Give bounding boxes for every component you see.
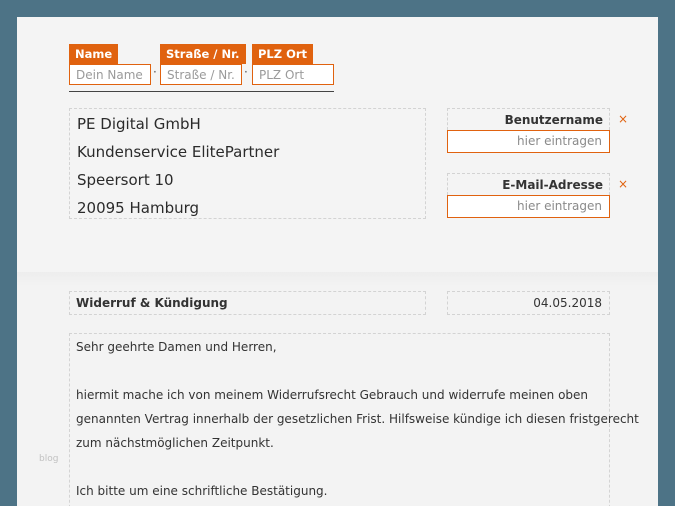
letter-confirmation-request: Ich bitte um eine schriftliche Bestätigu… <box>76 484 328 498</box>
sender-city-group: PLZ Ort PLZ Ort <box>252 44 334 92</box>
recipient-line-city: 20095 Hamburg <box>77 199 200 217</box>
username-label: Benutzername <box>447 108 610 130</box>
sender-underline <box>69 91 334 92</box>
recipient-line-company: PE Digital GmbH <box>77 115 201 133</box>
sender-name-group: Name Dein Name <box>69 44 151 92</box>
letter-paragraph-line-2: genannten Vertrag innerhalb der gesetzli… <box>76 412 639 426</box>
letter-date[interactable]: 04.05.2018 <box>447 291 610 315</box>
sender-separator-2: · <box>244 65 248 79</box>
sender-street-label: Straße / Nr. <box>160 44 246 64</box>
sender-name-input[interactable]: Dein Name <box>69 64 151 85</box>
sender-street-group: Straße / Nr. Straße / Nr. <box>160 44 246 92</box>
email-label: E-Mail-Adresse <box>447 173 610 195</box>
letter-sheet: Name Dein Name · Straße / Nr. Straße / N… <box>17 17 658 506</box>
watermark-text: blog <box>39 454 59 464</box>
recipient-line-department: Kundenservice ElitePartner <box>77 143 280 161</box>
letter-body[interactable]: Sehr geehrte Damen und Herren, hiermit m… <box>69 333 639 506</box>
subject-line[interactable]: Widerruf & Kündigung <box>69 291 426 315</box>
sender-city-input[interactable]: PLZ Ort <box>252 64 334 85</box>
recipient-address: PE Digital GmbH Kundenservice ElitePartn… <box>69 108 426 219</box>
email-required-mark: × <box>618 177 629 191</box>
recipient-line-street: Speersort 10 <box>77 171 174 189</box>
letter-greeting: Sehr geehrte Damen und Herren, <box>76 340 277 354</box>
sender-name-label: Name <box>69 44 119 64</box>
email-input[interactable]: hier eintragen <box>447 195 610 218</box>
sender-street-input[interactable]: Straße / Nr. <box>160 64 242 85</box>
letter-paragraph-line-1: hiermit mache ich von meinem Widerrufsre… <box>76 388 589 402</box>
username-input[interactable]: hier eintragen <box>447 130 610 153</box>
sender-city-label: PLZ Ort <box>252 44 314 64</box>
username-required-mark: × <box>618 112 629 126</box>
sender-separator-1: · <box>153 65 157 79</box>
letter-paragraph-line-3: zum nächstmöglichen Zeitpunkt. <box>76 436 274 450</box>
